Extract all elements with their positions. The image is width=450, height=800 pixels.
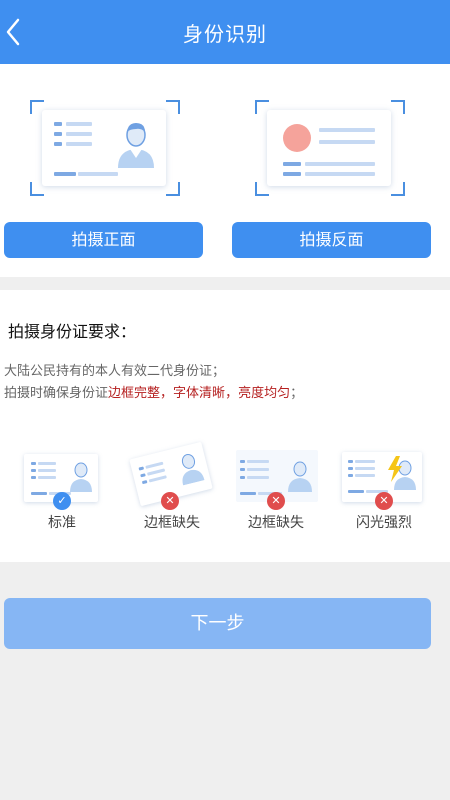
example-label: 边框缺失 <box>144 515 200 531</box>
person-avatar-icon <box>181 453 205 486</box>
example-label: 标准 <box>48 515 76 531</box>
requirement-suffix: ； <box>290 386 304 401</box>
next-step-button[interactable]: 下一步 <box>4 598 431 649</box>
example-label: 闪光强烈 <box>356 515 412 531</box>
check-icon: ✓ <box>53 492 71 510</box>
frame-corner <box>166 100 180 114</box>
capture-front-button[interactable]: 拍摄正面 <box>4 222 203 258</box>
error-x-icon: ✕ <box>161 492 179 510</box>
requirement-highlight-border: 边框完整 <box>108 386 161 401</box>
requirement-line-2: 拍摄时确保身份证边框完整，字体清晰，亮度均匀； <box>4 382 303 401</box>
capture-section: 拍摄正面 拍摄反面 <box>0 64 450 277</box>
requirement-prefix: 拍摄时确保身份证 <box>4 386 109 401</box>
id-card-back <box>267 110 391 186</box>
frame-corner <box>391 100 405 114</box>
id-front-illustration <box>30 100 180 196</box>
example-label: 边框缺失 <box>248 515 304 531</box>
app-header: 身份识别 <box>0 0 450 64</box>
capture-back-button[interactable]: 拍摄反面 <box>232 222 431 258</box>
requirement-line-1: 大陆公民持有的本人有效二代身份证； <box>4 364 226 379</box>
separator: ， <box>160 386 174 401</box>
person-avatar-icon <box>70 462 92 492</box>
requirements-title: 拍摄身份证要求： <box>8 322 137 341</box>
emblem-icon <box>283 124 311 152</box>
requirement-highlight-brightness: 亮度均匀 <box>238 386 291 401</box>
requirements-section: 拍摄身份证要求： 大陆公民持有的本人有效二代身份证； 拍摄时确保身份证边框完整，… <box>0 290 450 562</box>
error-x-icon: ✕ <box>375 492 393 510</box>
requirement-highlight-font: 字体清晰 <box>173 386 226 401</box>
page-title: 身份识别 <box>183 22 267 46</box>
person-avatar-icon <box>288 461 312 492</box>
id-card-front <box>42 110 166 186</box>
lightning-icon <box>388 456 402 482</box>
id-back-illustration <box>255 100 405 196</box>
frame-corner <box>166 182 180 196</box>
frame-corner <box>391 182 405 196</box>
separator: ， <box>225 386 239 401</box>
person-avatar-icon <box>118 123 154 168</box>
error-x-icon: ✕ <box>267 492 285 510</box>
